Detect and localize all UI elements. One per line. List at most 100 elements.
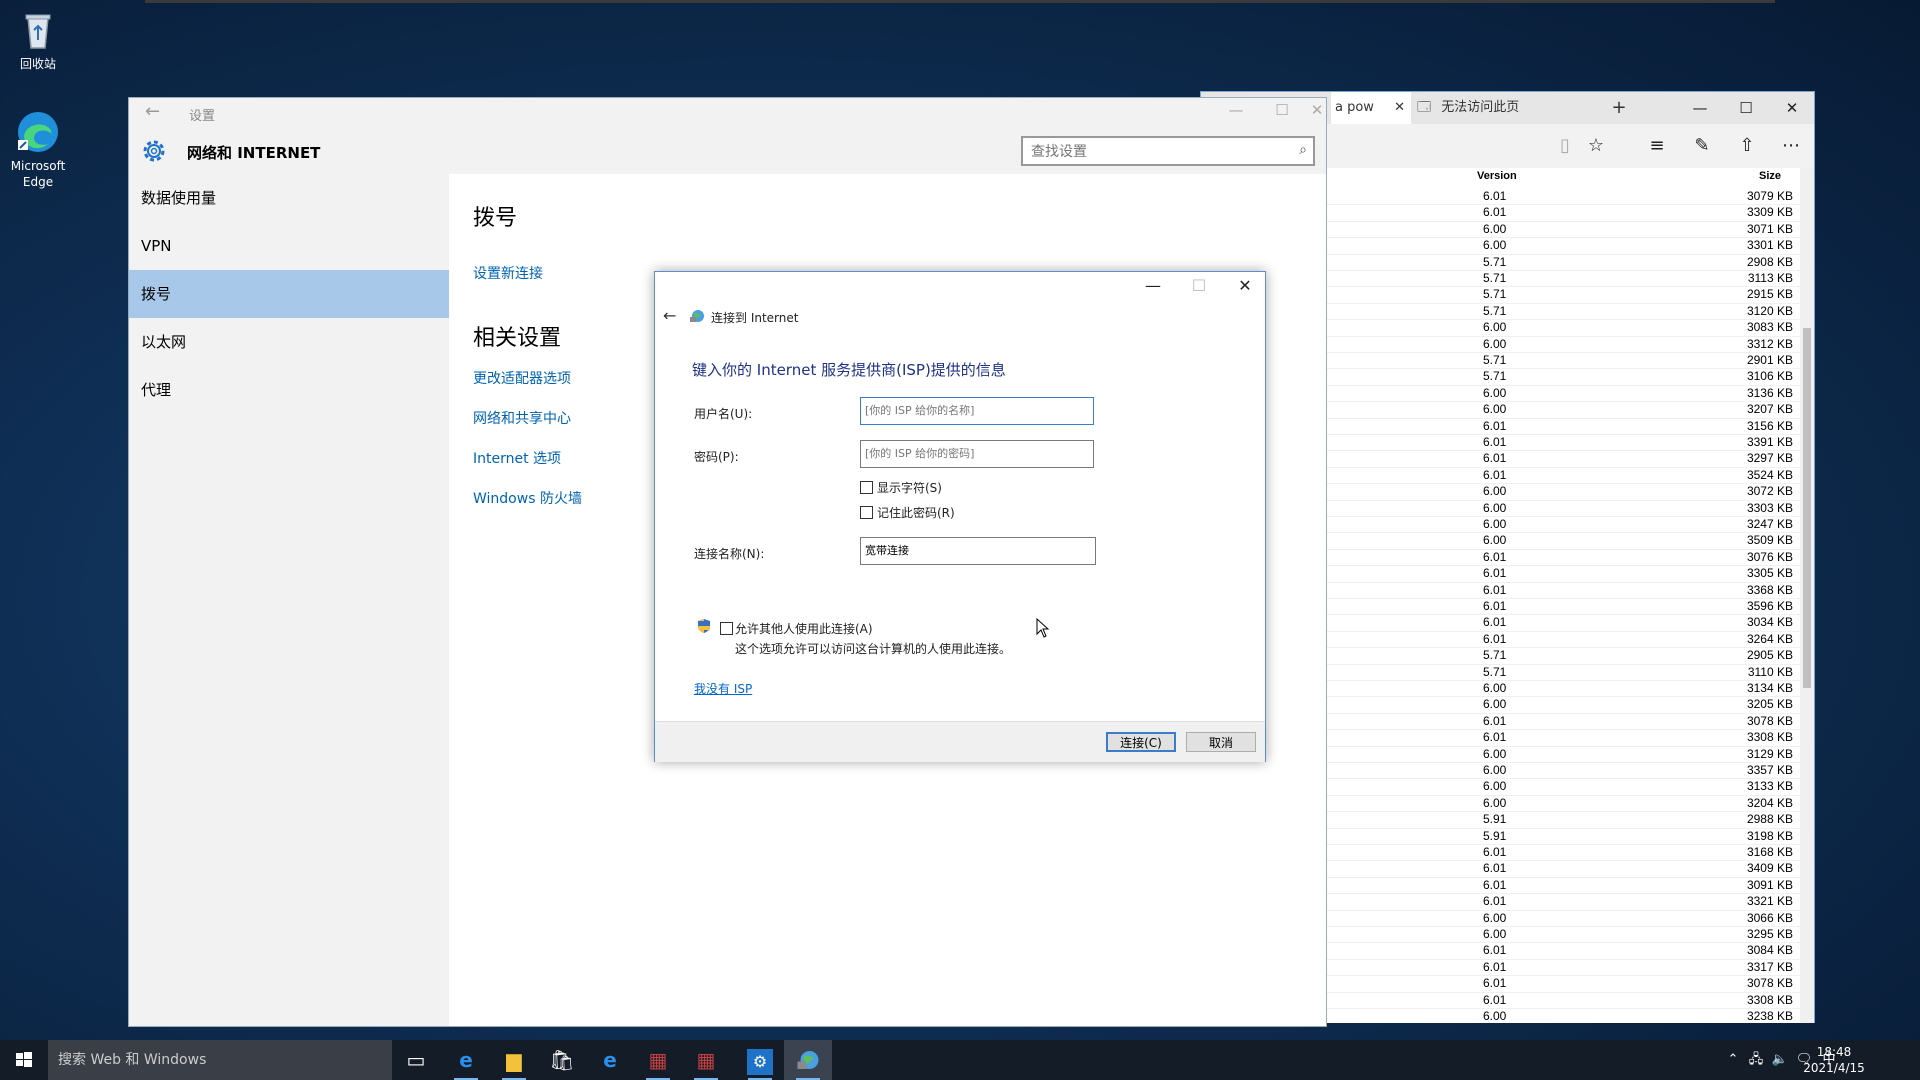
- volume-icon[interactable]: 🔈: [1768, 1040, 1792, 1080]
- remember-password-checkbox[interactable]: [860, 506, 873, 519]
- cancel-button[interactable]: 取消: [1186, 732, 1256, 752]
- allow-others-checkbox[interactable]: [720, 622, 733, 635]
- adapter-options-link[interactable]: 更改适配器选项: [473, 368, 571, 388]
- size-cell: 3156 KB: [1746, 418, 1793, 433]
- internet-options-link[interactable]: Internet 选项: [473, 448, 561, 468]
- desktop-icon-recycle-bin[interactable]: 回收站: [0, 8, 76, 72]
- windows-logo-icon: [16, 1052, 32, 1067]
- setup-new-connection-link[interactable]: 设置新连接: [473, 263, 543, 283]
- version-cell: 5.71: [1483, 353, 1507, 367]
- sidebar-item-ethernet[interactable]: 以太网: [129, 318, 449, 366]
- connect-button[interactable]: 连接(C): [1106, 732, 1176, 752]
- network-tray-icon[interactable]: 🖧: [1744, 1040, 1768, 1080]
- file-explorer-icon[interactable]: ▆: [490, 1040, 538, 1080]
- version-cell: 6.00: [1483, 402, 1507, 417]
- settings-sidebar: 数据使用量 VPN 拨号 以太网 代理: [129, 174, 449, 1026]
- back-arrow-icon[interactable]: ←: [663, 306, 676, 325]
- close-button[interactable]: ✕: [1225, 276, 1265, 295]
- password-field[interactable]: [你的 ISP 给你的密码]: [860, 440, 1094, 468]
- minimize-button[interactable]: —: [1213, 101, 1259, 119]
- tab-label: a pow: [1335, 100, 1374, 115]
- allow-others-label: 允许其他人使用此连接(A): [735, 622, 873, 636]
- size-cell: 3106 KB: [1746, 369, 1793, 384]
- network-dialog-taskbar-icon[interactable]: [784, 1040, 832, 1080]
- browser-tab-active[interactable]: 🗔 无法访问此页: [1411, 92, 1606, 124]
- search-input[interactable]: [1023, 138, 1283, 166]
- version-cell: 6.00: [1483, 221, 1507, 236]
- sidebar-item-dialup[interactable]: 拨号: [129, 270, 449, 318]
- start-button[interactable]: [0, 1040, 48, 1080]
- size-cell: 3034 KB: [1746, 615, 1793, 630]
- search-icon[interactable]: ⌕: [1299, 142, 1307, 158]
- edge-taskbar-icon[interactable]: e: [442, 1040, 490, 1080]
- scrollbar[interactable]: [1800, 168, 1814, 1023]
- show-hidden-icons-chevron-icon[interactable]: ⌃: [1722, 1040, 1744, 1080]
- window-title: 设置: [189, 109, 216, 124]
- size-cell: 3297 KB: [1746, 451, 1793, 466]
- system-clock[interactable]: 18:48 2021/4/15: [1794, 1044, 1874, 1076]
- size-cell: 3091 KB: [1746, 877, 1793, 892]
- share-icon[interactable]: ⇧: [1735, 134, 1759, 158]
- version-cell: 6.01: [1483, 467, 1507, 482]
- minimize-button[interactable]: —: [1677, 92, 1723, 124]
- no-isp-link[interactable]: 我没有 ISP: [694, 680, 752, 697]
- version-cell: 6.01: [1483, 582, 1507, 597]
- favorite-star-icon[interactable]: ☆: [1584, 134, 1608, 158]
- network-sharing-center-link[interactable]: 网络和共享中心: [473, 408, 571, 428]
- version-cell: 6.00: [1483, 517, 1507, 531]
- size-cell: 3083 KB: [1746, 320, 1793, 335]
- close-button[interactable]: ✕: [1305, 101, 1329, 119]
- size-cell: 3247 KB: [1746, 517, 1793, 531]
- new-tab-button[interactable]: +: [1605, 92, 1633, 124]
- size-cell: 2905 KB: [1746, 648, 1793, 663]
- gear-icon: [139, 136, 169, 166]
- sidebar-item-proxy[interactable]: 代理: [129, 366, 449, 414]
- version-cell: 6.01: [1483, 599, 1507, 613]
- connection-name-field[interactable]: 宽带连接: [860, 537, 1096, 565]
- size-cell: 3198 KB: [1746, 828, 1793, 843]
- version-cell: 6.01: [1483, 418, 1507, 433]
- store-icon[interactable]: 🛍: [538, 1040, 586, 1080]
- size-cell: 3134 KB: [1746, 681, 1793, 695]
- browser-tab-partial[interactable]: a pow ✕: [1331, 92, 1411, 124]
- more-icon[interactable]: ⋯: [1779, 134, 1803, 158]
- ie-icon[interactable]: e: [586, 1040, 634, 1080]
- version-cell: 6.01: [1483, 451, 1507, 466]
- username-field[interactable]: [你的 ISP 给你的名称]: [860, 397, 1094, 425]
- taskbar-search-box[interactable]: 搜索 Web 和 Windows: [48, 1040, 392, 1080]
- sidebar-item-vpn[interactable]: VPN: [129, 222, 449, 270]
- size-cell: 3321 KB: [1746, 894, 1793, 909]
- close-button[interactable]: ✕: [1769, 92, 1815, 124]
- close-icon[interactable]: ✕: [1394, 92, 1405, 124]
- size-cell: 3317 KB: [1746, 959, 1793, 974]
- windows-firewall-link[interactable]: Windows 防火墙: [473, 488, 582, 508]
- size-cell: 2901 KB: [1746, 353, 1793, 367]
- desktop-icon-label: Microsoft Edge: [10, 159, 66, 189]
- back-arrow-icon[interactable]: ←: [145, 101, 160, 122]
- maximize-button[interactable]: ☐: [1259, 101, 1305, 119]
- hub-icon[interactable]: ≡: [1645, 134, 1669, 158]
- version-cell: 6.01: [1483, 615, 1507, 630]
- settings-taskbar-icon[interactable]: ⚙: [736, 1040, 784, 1080]
- settings-search-box[interactable]: ⌕: [1021, 136, 1315, 166]
- minimize-button[interactable]: —: [1133, 276, 1173, 295]
- winrar-2-icon[interactable]: ▦: [682, 1040, 730, 1080]
- winrar-icon[interactable]: ▦: [634, 1040, 682, 1080]
- version-cell: 5.71: [1483, 303, 1507, 318]
- version-cell: 6.00: [1483, 500, 1507, 515]
- recycle-bin-icon: [16, 8, 60, 52]
- version-cell: 6.00: [1483, 795, 1507, 810]
- size-cell: 3357 KB: [1746, 763, 1793, 777]
- size-cell: 3264 KB: [1746, 631, 1793, 646]
- sidebar-item-data-usage[interactable]: 数据使用量: [129, 174, 449, 222]
- maximize-button[interactable]: ☐: [1723, 92, 1769, 124]
- version-cell: 6.00: [1483, 927, 1507, 941]
- show-chars-checkbox[interactable]: [860, 481, 873, 494]
- scrollbar-thumb[interactable]: [1803, 328, 1811, 688]
- web-note-icon[interactable]: ✎: [1690, 134, 1714, 158]
- desktop-icon-edge[interactable]: Microsoft Edge: [0, 110, 76, 190]
- size-cell: 3110 KB: [1747, 664, 1793, 679]
- size-cell: 3136 KB: [1746, 385, 1793, 400]
- task-view-icon[interactable]: ▭: [392, 1040, 440, 1080]
- reading-view-icon[interactable]: ▯: [1553, 134, 1577, 158]
